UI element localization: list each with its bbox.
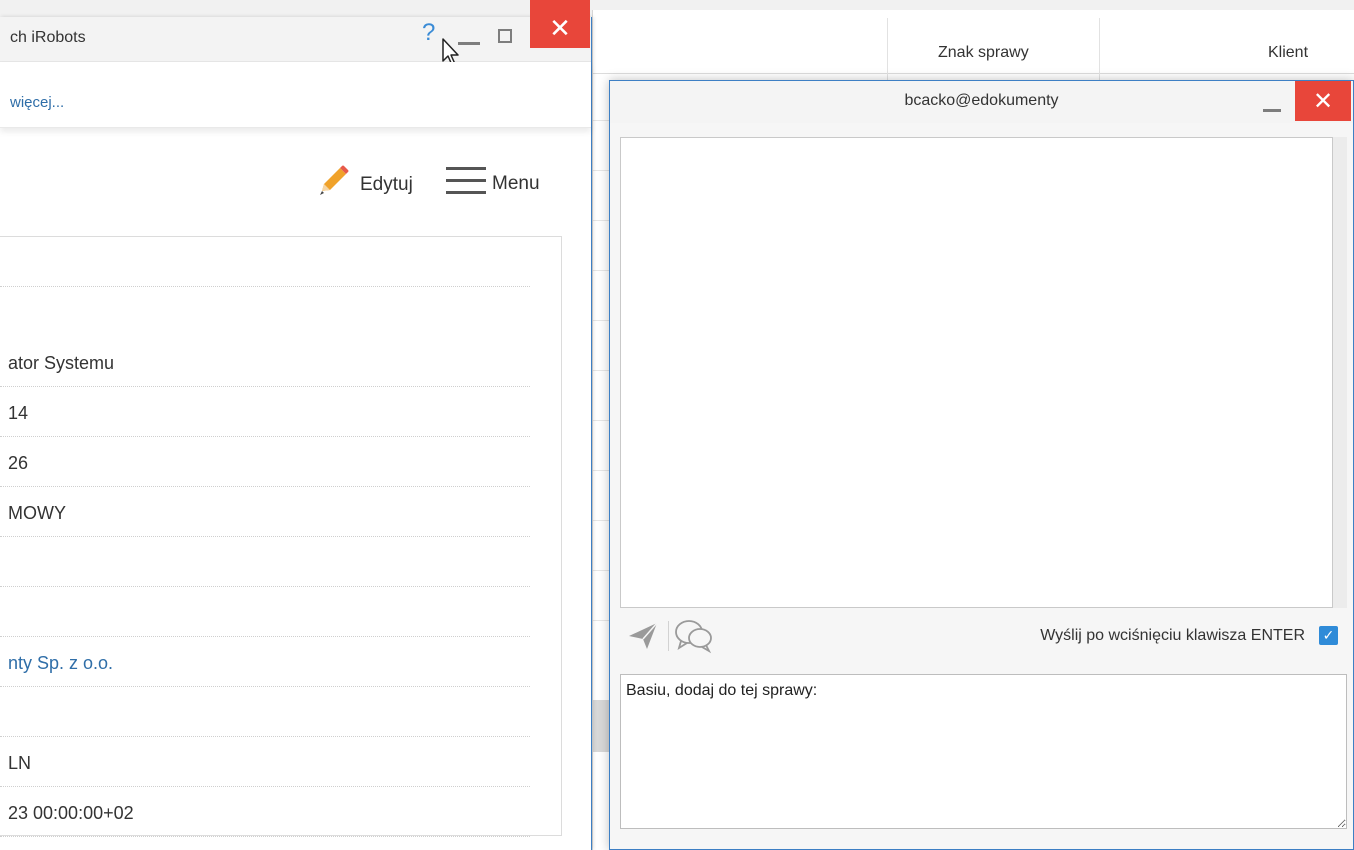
close-icon: ✕ <box>1312 87 1334 115</box>
pencil-icon <box>316 165 350 205</box>
edit-label: Edytuj <box>360 174 413 195</box>
detail-row <box>0 237 530 287</box>
maximize-icon[interactable] <box>498 29 512 43</box>
detail-row-link[interactable]: nty Sp. z o.o. <box>0 637 530 687</box>
chat-window-title: bcacko@edokumenty <box>904 92 1059 109</box>
toolbar-separator <box>668 621 669 651</box>
detail-row: 23 00:00:00+02 <box>0 787 530 837</box>
detail-row <box>0 537 530 587</box>
chat-message-log[interactable] <box>620 137 1333 608</box>
chat-window: bcacko@edokumenty ✕ Wyślij po wciśnięciu… <box>609 80 1354 850</box>
chat-close-button[interactable]: ✕ <box>1295 81 1351 121</box>
chat-message-input[interactable]: Basiu, dodaj do tej sprawy: <box>620 674 1347 829</box>
more-link[interactable]: więcej... <box>10 94 64 111</box>
detail-row: 14 <box>0 387 530 437</box>
detail-row: 26 <box>0 437 530 487</box>
column-header-case-number[interactable]: Znak sprawy <box>938 44 1029 62</box>
detail-row: ator Systemu <box>0 337 530 387</box>
detail-row <box>0 587 530 637</box>
detail-row <box>0 687 530 737</box>
detail-row: LN <box>0 737 530 787</box>
send-icon[interactable] <box>628 622 658 655</box>
chat-log-scrollbar[interactable] <box>1333 137 1347 608</box>
detail-row: MOWY <box>0 487 530 537</box>
close-button[interactable]: ✕ <box>530 0 590 48</box>
table-scrollbar[interactable] <box>593 700 609 752</box>
table-header: Znak sprawy Klient <box>593 18 1354 74</box>
menu-label: Menu <box>492 173 540 194</box>
details-window-titlebar[interactable]: ch iRobots ? <box>0 17 591 66</box>
edit-button[interactable]: Edytuj <box>316 165 413 205</box>
menu-button[interactable]: Menu <box>446 165 540 203</box>
help-icon[interactable]: ? <box>422 19 435 47</box>
send-on-enter-checkbox[interactable]: ✓ <box>1319 626 1338 645</box>
hamburger-icon <box>446 165 486 203</box>
close-icon: ✕ <box>549 12 571 43</box>
send-on-enter-label: Wyślij po wciśnięciu klawisza ENTER <box>1040 627 1305 644</box>
more-link-band: więcej... <box>0 62 591 128</box>
emoticon-icon[interactable] <box>674 618 714 659</box>
chat-window-titlebar[interactable]: bcacko@edokumenty <box>610 81 1353 123</box>
minimize-icon[interactable] <box>1263 109 1281 112</box>
details-window: ch iRobots ? ✕ więcej... Edytuj Menu ato… <box>0 0 592 850</box>
details-window-title: ch iRobots <box>10 29 86 46</box>
desktop: Znak sprawy Klient ch iRobots ? ✕ więcej… <box>0 0 1354 850</box>
column-header-client[interactable]: Klient <box>1268 44 1308 62</box>
details-panel: ator Systemu 14 26 MOWY nty Sp. z o.o. L… <box>0 236 562 837</box>
